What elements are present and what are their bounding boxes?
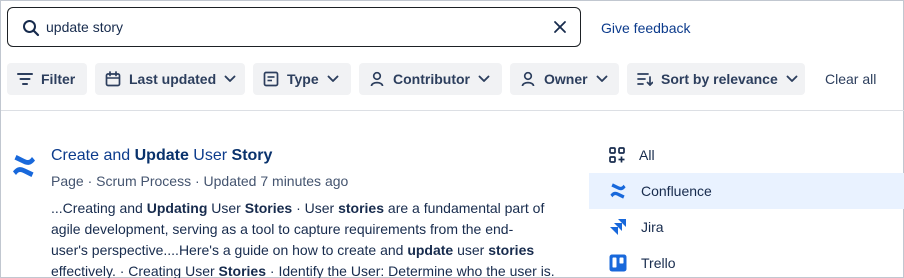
snippet-text: effectively. · Creating User: [51, 263, 219, 278]
filter-icon: [17, 73, 33, 85]
result-updated: Updated 7 minutes ago: [203, 173, 349, 189]
product-label: All: [639, 147, 655, 163]
snippet-text: are a fundamental part of: [384, 200, 545, 216]
person-icon: [521, 71, 535, 87]
divider: [1, 110, 904, 111]
snippet-line: ...Creating and Updating User Stories · …: [51, 198, 561, 219]
sort-label: Sort by relevance: [661, 71, 778, 87]
product-item-confluence[interactable]: Confluence: [589, 173, 904, 209]
jira-icon: [609, 218, 627, 236]
search-input[interactable]: [46, 16, 536, 38]
title-highlight: Update: [134, 147, 189, 164]
product-item-all[interactable]: All: [589, 137, 904, 173]
owner-label: Owner: [544, 71, 588, 87]
snippet-line: effectively. · Creating User Stories · I…: [51, 261, 561, 278]
contributor-dropdown[interactable]: Contributor: [359, 63, 502, 95]
type-label: Type: [287, 71, 319, 87]
chevron-down-icon: [596, 75, 608, 82]
snippet-line: user's perspective....Here's a guide on …: [51, 240, 561, 261]
product-item-trello[interactable]: Trello: [589, 245, 904, 278]
product-label: Confluence: [641, 183, 712, 199]
search-icon: [23, 20, 40, 37]
chevron-down-icon: [327, 75, 339, 82]
clear-all-button[interactable]: Clear all: [825, 71, 876, 87]
chevron-down-icon: [786, 75, 798, 82]
result-meta: Page · Scrum Process · Updated 7 minutes…: [51, 173, 348, 189]
give-feedback-link[interactable]: Give feedback: [601, 20, 691, 36]
person-icon: [370, 71, 384, 87]
snippet-text: agile development, serving as a tool to …: [51, 221, 514, 237]
chevron-down-icon: [224, 75, 236, 82]
chevron-down-icon: [478, 75, 490, 82]
product-item-jira[interactable]: Jira: [589, 209, 904, 245]
owner-dropdown[interactable]: Owner: [510, 63, 619, 95]
snippet-text: user: [453, 242, 489, 258]
snippet-highlight: Stories: [244, 200, 293, 216]
calendar-icon: [105, 71, 121, 87]
filter-button[interactable]: Filter: [7, 63, 87, 95]
page-icon: [263, 71, 279, 87]
snippet-highlight: stories: [488, 242, 535, 258]
close-icon[interactable]: [552, 19, 568, 35]
sort-dropdown[interactable]: Sort by relevance: [627, 63, 805, 95]
product-label: Trello: [641, 255, 676, 271]
snippet-text: User: [207, 200, 245, 216]
snippet-highlight: Updating: [146, 200, 208, 216]
search-box[interactable]: [7, 7, 581, 47]
snippet-text: · Identify the User: Determine who the u…: [266, 263, 555, 278]
snippet-text: · User: [292, 200, 339, 216]
title-text: Create and: [51, 147, 135, 164]
snippet-text: user's perspective....Here's a guide on …: [51, 242, 408, 258]
result-snippet: ...Creating and Updating User Stories · …: [51, 198, 561, 278]
contributor-label: Contributor: [393, 71, 470, 87]
result-type: Page: [51, 173, 84, 189]
product-label: Jira: [641, 219, 664, 235]
confluence-icon: [13, 155, 35, 177]
type-dropdown[interactable]: Type: [253, 63, 351, 95]
meta-separator: ·: [194, 173, 204, 189]
title-text: User: [188, 147, 232, 164]
snippet-highlight: update: [407, 242, 454, 258]
snippet-highlight: Stories: [218, 263, 267, 278]
filter-label: Filter: [41, 71, 76, 87]
result-space: Scrum Process: [96, 173, 192, 189]
sort-icon: [637, 73, 653, 86]
title-highlight: Story: [231, 147, 273, 164]
trello-icon: [609, 254, 627, 272]
apps-icon: [609, 147, 625, 163]
meta-separator: ·: [87, 173, 97, 189]
snippet-highlight: stories: [338, 200, 385, 216]
last-updated-dropdown[interactable]: Last updated: [95, 63, 245, 95]
snippet-line: agile development, serving as a tool to …: [51, 219, 561, 240]
confluence-icon: [609, 182, 627, 200]
snippet-text: ...Creating and: [51, 200, 147, 216]
last-updated-label: Last updated: [129, 71, 217, 87]
result-title-link[interactable]: Create and Update User Story: [51, 147, 272, 165]
